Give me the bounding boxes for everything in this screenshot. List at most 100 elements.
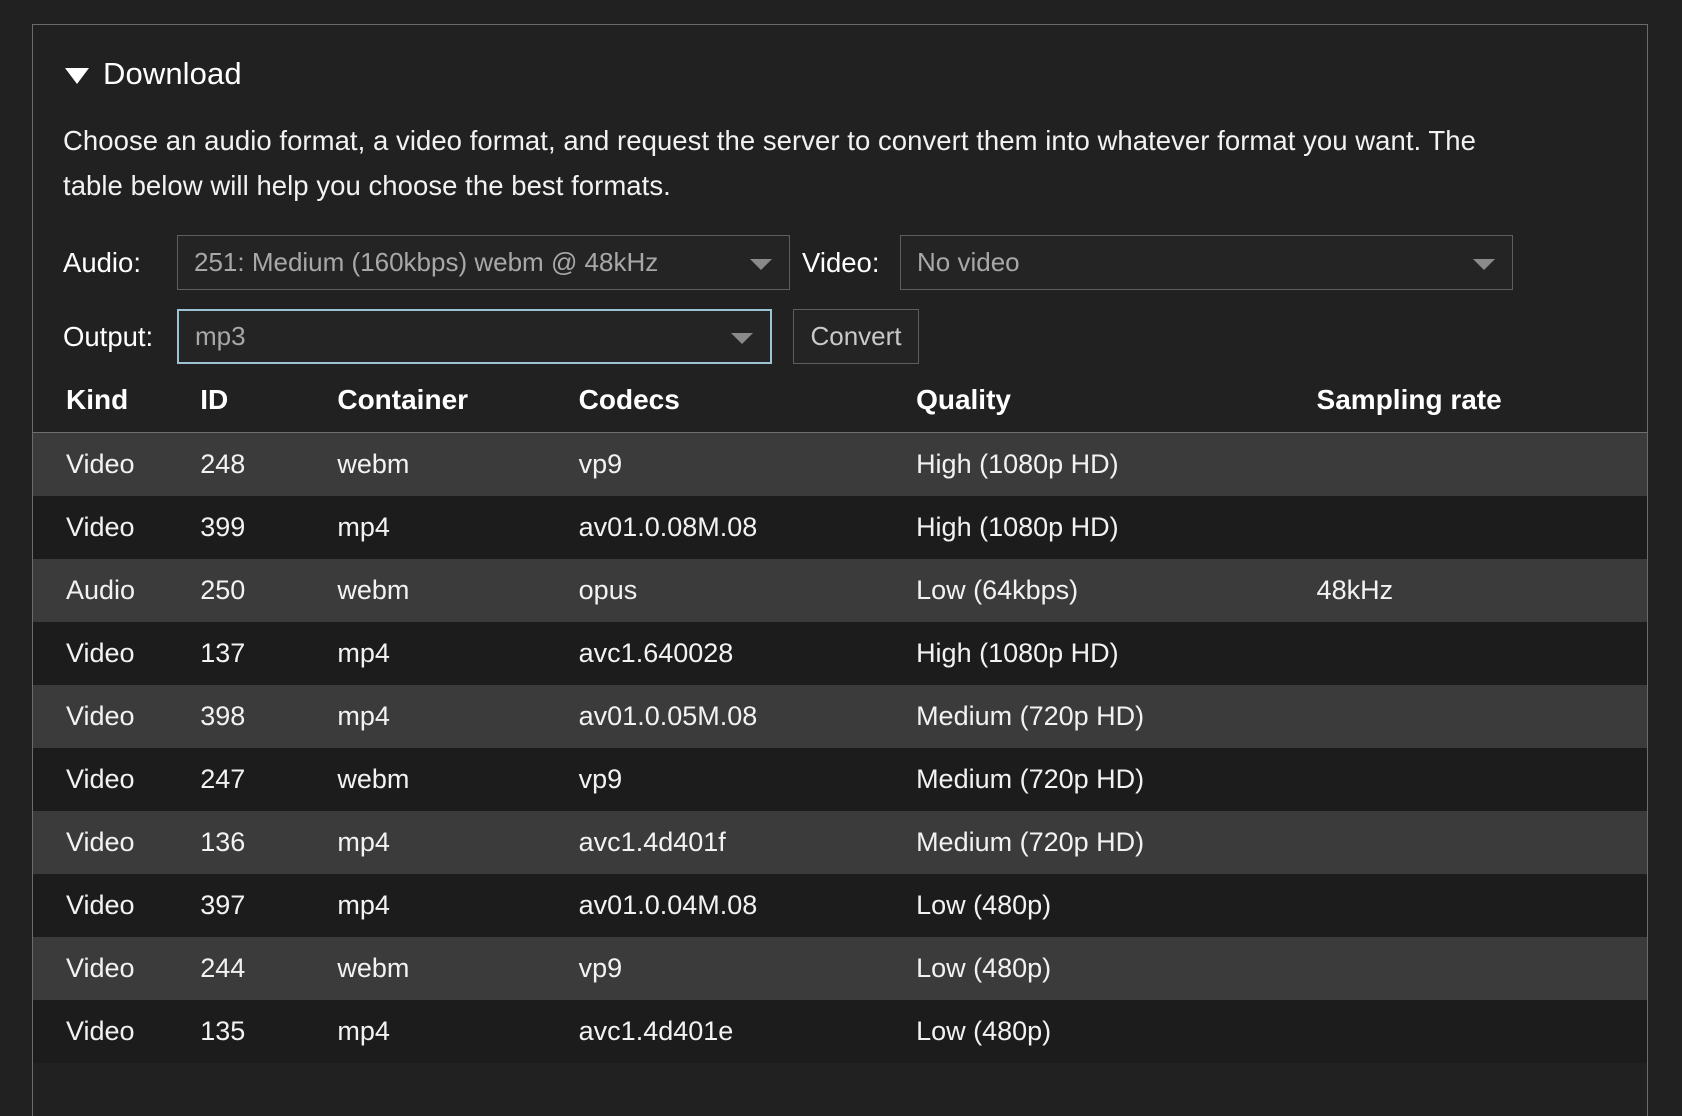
cell-kind: Video: [66, 1016, 135, 1046]
app-root: Download Choose an audio format, a video…: [0, 0, 1682, 1116]
cell-kind: Video: [66, 827, 135, 857]
cell-id: 398: [200, 701, 246, 731]
table-row[interactable]: Video 137 mp4 avc1.640028 High (1080p HD): [33, 622, 1647, 685]
table-row[interactable]: Video 244 webm vp9 Low (480p): [33, 937, 1647, 1000]
cell-codecs: vp9: [578, 449, 623, 479]
video-format-select[interactable]: No video: [900, 235, 1513, 290]
cell-kind: Video: [66, 638, 135, 668]
table-row[interactable]: Video 135 mp4 avc1.4d401e Low (480p): [33, 1000, 1647, 1063]
cell-codecs: avc1.640028: [578, 638, 734, 668]
cell-codecs: av01.0.08M.08: [578, 512, 758, 542]
cell-container: mp4: [337, 638, 390, 668]
download-section-header[interactable]: Download: [65, 56, 1617, 92]
cell-codecs: avc1.4d401e: [578, 1016, 734, 1046]
table-header-row: Kind ID Container Codecs Quality Samplin…: [33, 384, 1647, 433]
cell-container: webm: [337, 953, 410, 983]
table-row[interactable]: Video 247 webm vp9 Medium (720p HD): [33, 748, 1647, 811]
cell-sampling-rate: [1317, 433, 1647, 497]
column-header-kind[interactable]: Kind: [33, 384, 201, 433]
cell-sampling-rate: [1317, 622, 1647, 685]
chevron-down-icon[interactable]: [750, 258, 772, 270]
column-header-quality[interactable]: Quality: [916, 384, 1317, 433]
cell-quality: High (1080p HD): [916, 638, 1119, 668]
audio-format-select[interactable]: 251: Medium (160kbps) webm @ 48kHz: [177, 235, 790, 290]
cell-codecs: vp9: [578, 953, 623, 983]
cell-container: mp4: [337, 701, 390, 731]
table-row[interactable]: Audio 250 webm opus Low (64kbps) 48kHz: [33, 559, 1647, 622]
cell-sampling-rate: [1317, 811, 1647, 874]
cell-id: 247: [200, 764, 246, 794]
cell-sampling-rate: [1317, 874, 1647, 937]
cell-codecs: avc1.4d401f: [578, 827, 726, 857]
video-label: Video:: [802, 246, 880, 278]
cell-sampling-rate: [1317, 496, 1647, 559]
column-header-id[interactable]: ID: [200, 384, 338, 433]
cell-kind: Video: [66, 890, 135, 920]
cell-kind: Video: [66, 512, 135, 542]
cell-id: 250: [200, 575, 246, 605]
chevron-down-icon[interactable]: [731, 332, 753, 344]
output-format-value: mp3: [195, 321, 246, 351]
table-row[interactable]: Video 399 mp4 av01.0.08M.08 High (1080p HD): [33, 496, 1647, 559]
formats-table-container: Kind ID Container Codecs Quality Samplin…: [33, 384, 1647, 1063]
audio-format-value: 251: Medium (160kbps) webm @ 48kHz: [194, 247, 659, 277]
output-row: Output: mp3 Convert: [63, 308, 1617, 365]
table-row[interactable]: Video 248 webm vp9 High (1080p HD): [33, 432, 1647, 497]
cell-quality: Low (480p): [916, 1016, 1052, 1046]
convert-button[interactable]: Convert: [793, 309, 919, 364]
cell-container: webm: [337, 764, 410, 794]
formats-table-head: Kind ID Container Codecs Quality Samplin…: [33, 384, 1647, 433]
format-form: Audio: 251: Medium (160kbps) webm @ 48kH…: [63, 234, 1617, 365]
cell-quality: High (1080p HD): [916, 512, 1119, 542]
cell-quality: Low (480p): [916, 953, 1052, 983]
cell-container: webm: [337, 449, 410, 479]
cell-id: 397: [200, 890, 246, 920]
table-row[interactable]: Video 136 mp4 avc1.4d401f Medium (720p HD): [33, 811, 1647, 874]
cell-kind: Video: [66, 764, 135, 794]
cell-container: webm: [337, 575, 410, 605]
cell-kind: Audio: [66, 575, 136, 605]
video-format-value: No video: [917, 247, 1020, 277]
cell-quality: Low (480p): [916, 890, 1052, 920]
cell-id: 136: [200, 827, 246, 857]
cell-kind: Video: [66, 701, 135, 731]
cell-codecs: av01.0.05M.08: [578, 701, 758, 731]
table-row[interactable]: Video 397 mp4 av01.0.04M.08 Low (480p): [33, 874, 1647, 937]
cell-sampling-rate: [1317, 937, 1647, 1000]
section-description: Choose an audio format, a video format, …: [63, 125, 1476, 201]
cell-sampling-rate: [1317, 685, 1647, 748]
cell-sampling-rate: 48kHz: [1316, 575, 1394, 605]
cell-container: mp4: [337, 512, 390, 542]
download-panel: Download Choose an audio format, a video…: [32, 24, 1648, 1116]
cell-codecs: av01.0.04M.08: [578, 890, 758, 920]
cell-quality: High (1080p HD): [916, 449, 1119, 479]
cell-container: mp4: [337, 1016, 390, 1046]
formats-table: Kind ID Container Codecs Quality Samplin…: [33, 384, 1647, 1063]
cell-kind: Video: [66, 449, 135, 479]
cell-codecs: opus: [578, 575, 638, 605]
cell-kind: Video: [66, 953, 135, 983]
cell-container: mp4: [337, 827, 390, 857]
download-panel-content: Download Choose an audio format, a video…: [33, 56, 1647, 1063]
triangle-down-icon[interactable]: [65, 68, 89, 84]
cell-id: 135: [200, 1016, 246, 1046]
column-header-sampling-rate[interactable]: Sampling rate: [1316, 384, 1647, 433]
table-row[interactable]: Video 398 mp4 av01.0.05M.08 Medium (720p HD): [33, 685, 1647, 748]
cell-sampling-rate: [1317, 1000, 1647, 1063]
column-header-container[interactable]: Container: [337, 384, 579, 433]
cell-sampling-rate: [1317, 748, 1647, 811]
cell-quality: Medium (720p HD): [916, 764, 1145, 794]
audio-video-row: Audio: 251: Medium (160kbps) webm @ 48kH…: [63, 234, 1617, 291]
output-format-select[interactable]: mp3: [177, 309, 772, 364]
cell-quality: Medium (720p HD): [916, 701, 1145, 731]
page-title: Download: [103, 56, 242, 91]
formats-table-body: Video 248 webm vp9 High (1080p HD) Video 399 mp…: [33, 432, 1647, 1063]
column-header-codecs[interactable]: Codecs: [578, 384, 917, 433]
cell-codecs: vp9: [578, 764, 623, 794]
cell-id: 137: [200, 638, 246, 668]
chevron-down-icon[interactable]: [1473, 258, 1495, 270]
cell-id: 244: [200, 953, 246, 983]
cell-id: 248: [200, 449, 246, 479]
cell-quality: Low (64kbps): [916, 575, 1079, 605]
audio-label: Audio:: [63, 246, 141, 278]
